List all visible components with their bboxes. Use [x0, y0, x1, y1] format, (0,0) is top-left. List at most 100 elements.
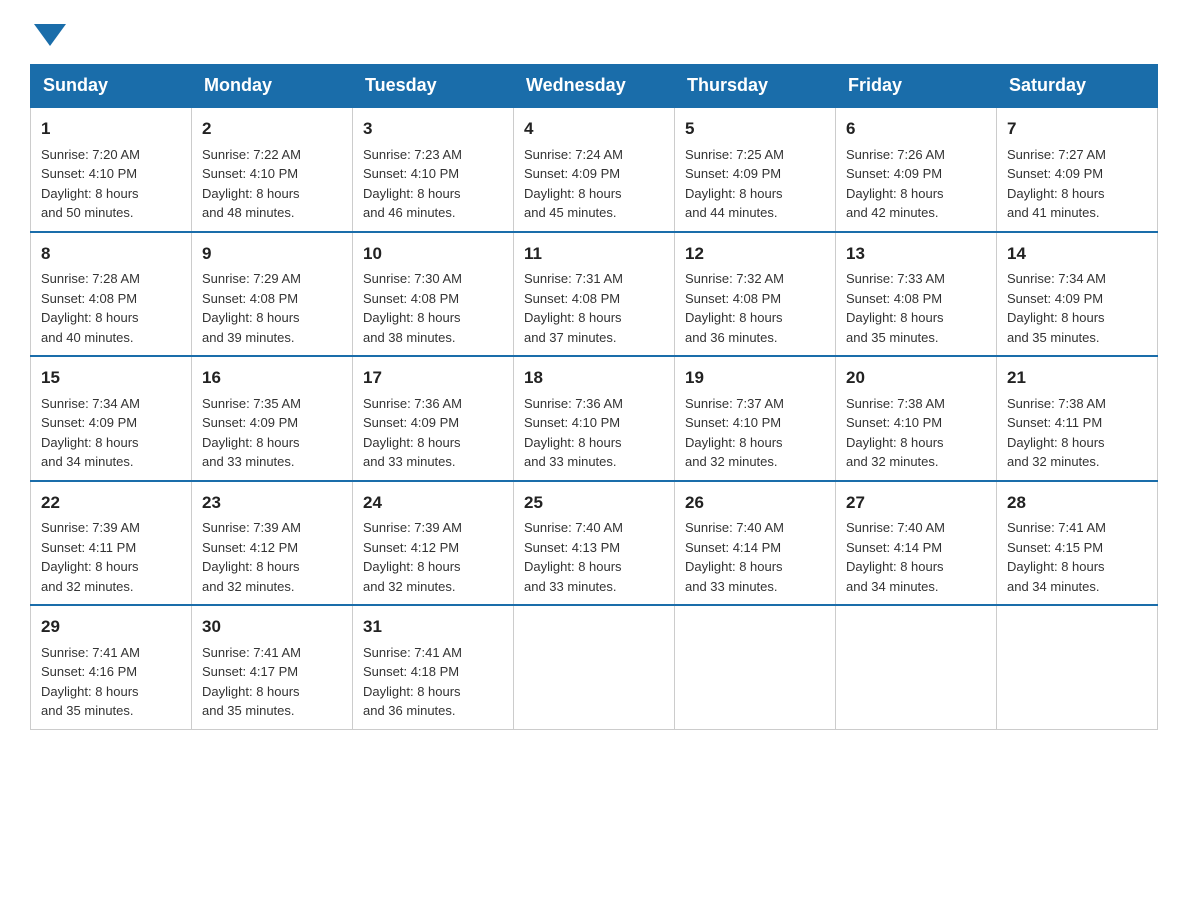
day-number: 7: [1007, 116, 1147, 142]
calendar-cell: 29 Sunrise: 7:41 AM Sunset: 4:16 PM Dayl…: [31, 605, 192, 729]
sunset-info: Sunset: 4:18 PM: [363, 664, 459, 679]
calendar-cell: 30 Sunrise: 7:41 AM Sunset: 4:17 PM Dayl…: [192, 605, 353, 729]
daylight-info: Daylight: 8 hours: [685, 435, 783, 450]
calendar-cell: 17 Sunrise: 7:36 AM Sunset: 4:09 PM Dayl…: [353, 356, 514, 481]
sunrise-info: Sunrise: 7:20 AM: [41, 147, 140, 162]
daylight-minutes: and 34 minutes.: [846, 579, 939, 594]
daylight-minutes: and 33 minutes.: [685, 579, 778, 594]
sunrise-info: Sunrise: 7:40 AM: [846, 520, 945, 535]
daylight-minutes: and 32 minutes.: [363, 579, 456, 594]
daylight-minutes: and 32 minutes.: [41, 579, 134, 594]
sunset-info: Sunset: 4:14 PM: [685, 540, 781, 555]
week-row-2: 8 Sunrise: 7:28 AM Sunset: 4:08 PM Dayli…: [31, 232, 1158, 357]
sunrise-info: Sunrise: 7:35 AM: [202, 396, 301, 411]
sunrise-info: Sunrise: 7:29 AM: [202, 271, 301, 286]
daylight-info: Daylight: 8 hours: [846, 310, 944, 325]
calendar-cell: 11 Sunrise: 7:31 AM Sunset: 4:08 PM Dayl…: [514, 232, 675, 357]
calendar-cell: 14 Sunrise: 7:34 AM Sunset: 4:09 PM Dayl…: [997, 232, 1158, 357]
sunset-info: Sunset: 4:14 PM: [846, 540, 942, 555]
sunset-info: Sunset: 4:09 PM: [846, 166, 942, 181]
sunset-info: Sunset: 4:08 PM: [685, 291, 781, 306]
sunset-info: Sunset: 4:09 PM: [202, 415, 298, 430]
calendar-cell: 5 Sunrise: 7:25 AM Sunset: 4:09 PM Dayli…: [675, 107, 836, 232]
day-number: 13: [846, 241, 986, 267]
calendar-cell: 12 Sunrise: 7:32 AM Sunset: 4:08 PM Dayl…: [675, 232, 836, 357]
day-number: 10: [363, 241, 503, 267]
day-number: 26: [685, 490, 825, 516]
calendar-cell: 28 Sunrise: 7:41 AM Sunset: 4:15 PM Dayl…: [997, 481, 1158, 606]
daylight-info: Daylight: 8 hours: [363, 559, 461, 574]
daylight-minutes: and 33 minutes.: [524, 579, 617, 594]
page-header: [30, 20, 1158, 44]
daylight-minutes: and 35 minutes.: [846, 330, 939, 345]
sunset-info: Sunset: 4:09 PM: [524, 166, 620, 181]
sunrise-info: Sunrise: 7:41 AM: [41, 645, 140, 660]
daylight-minutes: and 37 minutes.: [524, 330, 617, 345]
sunset-info: Sunset: 4:12 PM: [363, 540, 459, 555]
daylight-info: Daylight: 8 hours: [524, 310, 622, 325]
daylight-info: Daylight: 8 hours: [41, 435, 139, 450]
daylight-minutes: and 39 minutes.: [202, 330, 295, 345]
sunrise-info: Sunrise: 7:24 AM: [524, 147, 623, 162]
header-row: SundayMondayTuesdayWednesdayThursdayFrid…: [31, 65, 1158, 108]
daylight-minutes: and 34 minutes.: [41, 454, 134, 469]
sunset-info: Sunset: 4:09 PM: [41, 415, 137, 430]
calendar-cell: 25 Sunrise: 7:40 AM Sunset: 4:13 PM Dayl…: [514, 481, 675, 606]
daylight-info: Daylight: 8 hours: [846, 435, 944, 450]
daylight-info: Daylight: 8 hours: [41, 559, 139, 574]
day-number: 30: [202, 614, 342, 640]
daylight-info: Daylight: 8 hours: [685, 186, 783, 201]
week-row-3: 15 Sunrise: 7:34 AM Sunset: 4:09 PM Dayl…: [31, 356, 1158, 481]
calendar-cell: 8 Sunrise: 7:28 AM Sunset: 4:08 PM Dayli…: [31, 232, 192, 357]
sunrise-info: Sunrise: 7:37 AM: [685, 396, 784, 411]
sunset-info: Sunset: 4:08 PM: [363, 291, 459, 306]
daylight-info: Daylight: 8 hours: [202, 310, 300, 325]
week-row-4: 22 Sunrise: 7:39 AM Sunset: 4:11 PM Dayl…: [31, 481, 1158, 606]
day-number: 15: [41, 365, 181, 391]
daylight-info: Daylight: 8 hours: [363, 435, 461, 450]
sunrise-info: Sunrise: 7:26 AM: [846, 147, 945, 162]
calendar-cell: 10 Sunrise: 7:30 AM Sunset: 4:08 PM Dayl…: [353, 232, 514, 357]
sunrise-info: Sunrise: 7:23 AM: [363, 147, 462, 162]
daylight-minutes: and 50 minutes.: [41, 205, 134, 220]
day-number: 23: [202, 490, 342, 516]
daylight-info: Daylight: 8 hours: [363, 186, 461, 201]
sunset-info: Sunset: 4:09 PM: [685, 166, 781, 181]
day-number: 29: [41, 614, 181, 640]
sunset-info: Sunset: 4:17 PM: [202, 664, 298, 679]
calendar-cell: 20 Sunrise: 7:38 AM Sunset: 4:10 PM Dayl…: [836, 356, 997, 481]
day-number: 9: [202, 241, 342, 267]
sunrise-info: Sunrise: 7:27 AM: [1007, 147, 1106, 162]
day-number: 3: [363, 116, 503, 142]
week-row-1: 1 Sunrise: 7:20 AM Sunset: 4:10 PM Dayli…: [31, 107, 1158, 232]
day-number: 1: [41, 116, 181, 142]
sunrise-info: Sunrise: 7:30 AM: [363, 271, 462, 286]
header-friday: Friday: [836, 65, 997, 108]
sunrise-info: Sunrise: 7:36 AM: [524, 396, 623, 411]
sunrise-info: Sunrise: 7:31 AM: [524, 271, 623, 286]
daylight-minutes: and 32 minutes.: [846, 454, 939, 469]
sunset-info: Sunset: 4:11 PM: [1007, 415, 1102, 430]
daylight-minutes: and 38 minutes.: [363, 330, 456, 345]
sunrise-info: Sunrise: 7:32 AM: [685, 271, 784, 286]
calendar-cell: 26 Sunrise: 7:40 AM Sunset: 4:14 PM Dayl…: [675, 481, 836, 606]
daylight-minutes: and 34 minutes.: [1007, 579, 1100, 594]
daylight-info: Daylight: 8 hours: [202, 684, 300, 699]
daylight-info: Daylight: 8 hours: [1007, 310, 1105, 325]
day-number: 14: [1007, 241, 1147, 267]
day-number: 19: [685, 365, 825, 391]
header-sunday: Sunday: [31, 65, 192, 108]
daylight-minutes: and 36 minutes.: [363, 703, 456, 718]
calendar-cell: 24 Sunrise: 7:39 AM Sunset: 4:12 PM Dayl…: [353, 481, 514, 606]
sunrise-info: Sunrise: 7:36 AM: [363, 396, 462, 411]
day-number: 20: [846, 365, 986, 391]
header-thursday: Thursday: [675, 65, 836, 108]
sunset-info: Sunset: 4:08 PM: [202, 291, 298, 306]
daylight-info: Daylight: 8 hours: [363, 310, 461, 325]
sunrise-info: Sunrise: 7:40 AM: [524, 520, 623, 535]
sunrise-info: Sunrise: 7:41 AM: [363, 645, 462, 660]
day-number: 8: [41, 241, 181, 267]
calendar-cell: [675, 605, 836, 729]
calendar-cell: 21 Sunrise: 7:38 AM Sunset: 4:11 PM Dayl…: [997, 356, 1158, 481]
calendar-cell: 1 Sunrise: 7:20 AM Sunset: 4:10 PM Dayli…: [31, 107, 192, 232]
